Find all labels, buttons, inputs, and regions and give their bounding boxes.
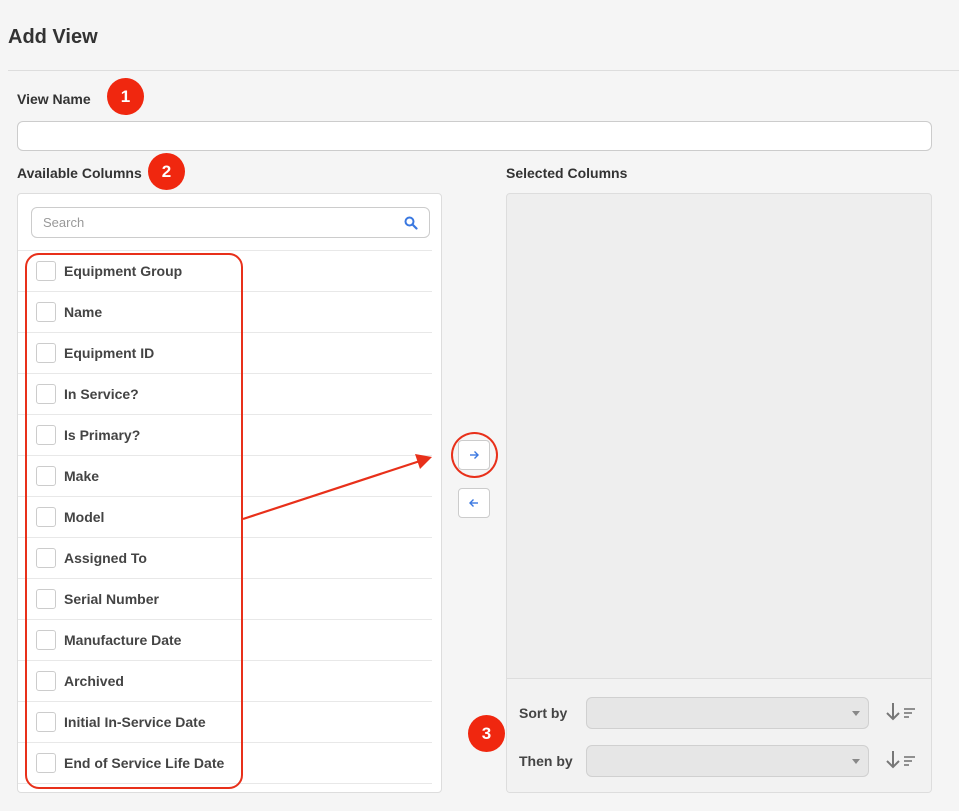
column-checkbox[interactable] — [36, 548, 56, 568]
column-checkbox[interactable] — [36, 671, 56, 691]
view-name-label: View Name — [17, 91, 91, 107]
selected-columns-list[interactable] — [507, 194, 931, 678]
column-checkbox[interactable] — [36, 261, 56, 281]
column-option[interactable]: Assigned To — [18, 538, 432, 579]
sort-direction-icon[interactable] — [884, 700, 918, 724]
column-checkbox[interactable] — [36, 712, 56, 732]
column-option-label: Equipment Group — [64, 263, 183, 279]
column-checkbox[interactable] — [36, 384, 56, 404]
column-option-label: Make — [64, 468, 100, 484]
column-option-label: Archived — [64, 673, 124, 689]
column-checkbox[interactable] — [36, 630, 56, 650]
annotation-badge-2: 2 — [148, 153, 185, 190]
column-option[interactable]: Equipment Group — [18, 251, 432, 292]
annotation-badge-1: 1 — [107, 78, 144, 115]
column-checkbox[interactable] — [36, 425, 56, 445]
column-option[interactable]: Model — [18, 497, 432, 538]
then-by-label: Then by — [519, 753, 573, 769]
column-option[interactable]: End of Service Life Date — [18, 743, 432, 784]
column-option-label: Assigned To — [64, 550, 147, 566]
then-by-direction-icon[interactable] — [884, 748, 918, 772]
column-checkbox[interactable] — [36, 589, 56, 609]
available-columns-panel: Equipment Group Name Equipment ID In Servic… — [17, 193, 442, 793]
arrow-right-icon — [470, 451, 479, 459]
chevron-down-icon — [852, 711, 860, 716]
column-option-label: In Service? — [64, 386, 139, 402]
sort-area: Sort by Then by — [507, 678, 931, 792]
column-option[interactable]: In Service? — [18, 374, 432, 415]
add-column-button[interactable] — [458, 440, 490, 470]
header-divider — [8, 70, 959, 71]
column-option-label: Model — [64, 509, 105, 525]
search-box — [31, 207, 430, 238]
column-option[interactable]: Serial Number — [18, 579, 432, 620]
selected-columns-panel: Sort by Then by — [506, 193, 932, 793]
column-checkbox[interactable] — [36, 343, 56, 363]
column-option-label: End of Service Life Date — [64, 755, 225, 771]
column-option[interactable]: Name — [18, 292, 432, 333]
then-by-select[interactable] — [586, 745, 869, 777]
view-name-input[interactable] — [17, 121, 932, 151]
available-columns-list: Equipment Group Name Equipment ID In Servic… — [18, 250, 432, 784]
column-checkbox[interactable] — [36, 466, 56, 486]
column-option[interactable]: Make — [18, 456, 432, 497]
sort-by-label: Sort by — [519, 705, 568, 721]
column-checkbox[interactable] — [36, 507, 56, 527]
column-option-label: Is Primary? — [64, 427, 141, 443]
column-option-label: Initial In-Service Date — [64, 714, 206, 730]
available-columns-label: Available Columns — [17, 165, 142, 181]
chevron-down-icon — [852, 759, 860, 764]
column-option[interactable]: Initial In-Service Date — [18, 702, 432, 743]
column-option-label: Manufacture Date — [64, 632, 182, 648]
column-option[interactable]: Equipment ID — [18, 333, 432, 374]
column-checkbox[interactable] — [36, 302, 56, 322]
search-input[interactable] — [32, 208, 392, 237]
selected-columns-label: Selected Columns — [506, 165, 628, 181]
page-title: Add View — [8, 26, 98, 48]
arrow-left-icon — [469, 499, 478, 507]
column-option-label: Serial Number — [64, 591, 159, 607]
column-option-label: Equipment ID — [64, 345, 155, 361]
annotation-badge-3: 3 — [468, 715, 505, 752]
sort-by-select[interactable] — [586, 697, 869, 729]
column-option[interactable]: Is Primary? — [18, 415, 432, 456]
column-checkbox[interactable] — [36, 753, 56, 773]
column-option-label: Name — [64, 304, 103, 320]
search-icon[interactable] — [404, 216, 418, 230]
column-option[interactable]: Archived — [18, 661, 432, 702]
remove-column-button[interactable] — [458, 488, 490, 518]
column-option[interactable]: Manufacture Date — [18, 620, 432, 661]
